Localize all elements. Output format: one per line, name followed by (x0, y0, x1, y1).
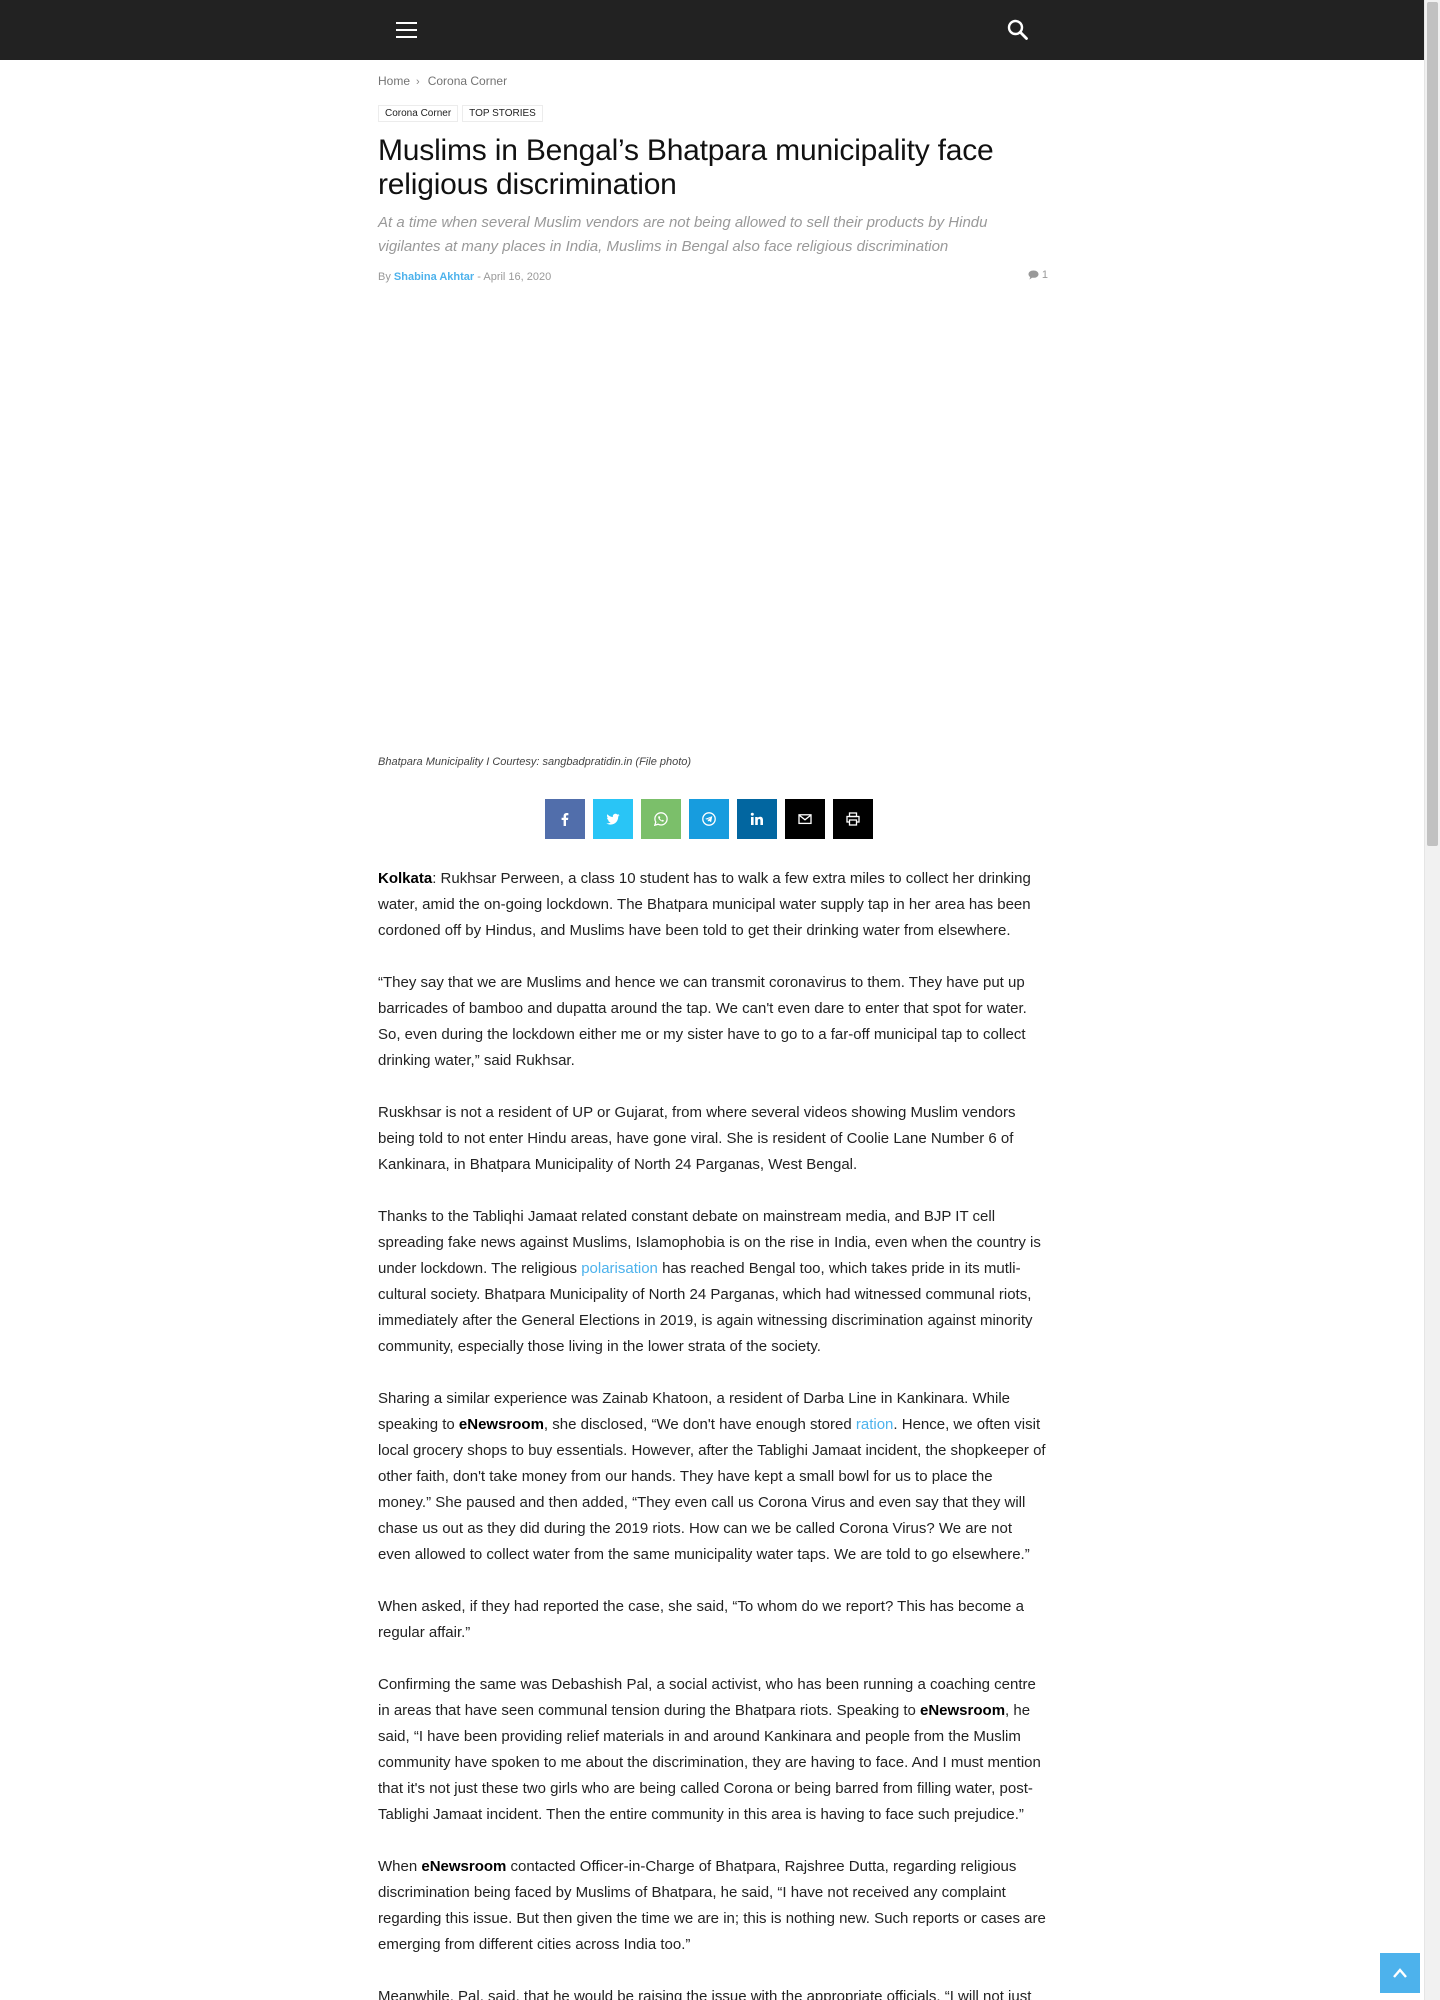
breadcrumb-home[interactable]: Home (378, 74, 410, 88)
whatsapp-icon (654, 812, 668, 826)
brand-name: eNewsroom (421, 1858, 507, 1875)
comments-count: 1 (1041, 269, 1048, 281)
share-buttons (545, 799, 881, 839)
paragraph-3: Ruskhsar is not a resident of UP or Guja… (378, 1104, 1016, 1173)
category-tag-corona-corner[interactable]: Corona Corner (378, 105, 459, 122)
whatsapp-share-button[interactable] (641, 799, 681, 839)
facebook-share-button[interactable] (545, 799, 585, 839)
comment-icon (1028, 270, 1039, 280)
dateline: Kolkata (378, 870, 433, 887)
article-subtitle: At a time when several Muslim vendors ar… (378, 214, 988, 255)
paragraph-text: . Hence, we often visit local grocery sh… (378, 1416, 1046, 1563)
ration-link[interactable]: ration (856, 1416, 894, 1433)
chevron-right-icon: › (416, 76, 420, 88)
category-tags: Corona Corner TOP STORIES (378, 103, 547, 122)
paragraph-4: Thanks to the Tabliqhi Jamaat related co… (378, 1204, 1048, 1360)
category-tag-top-stories[interactable]: TOP STORIES (462, 105, 543, 122)
paragraph-text: : Rukhsar Perween, a class 10 student ha… (378, 870, 1031, 939)
page-scrollbar[interactable] (1424, 0, 1440, 2000)
telegram-share-button[interactable] (689, 799, 729, 839)
telegram-icon (702, 812, 716, 826)
comments-link[interactable]: 1 (1028, 269, 1048, 281)
by-label: By (378, 271, 391, 283)
paragraph-text: , he said, “I have been providing relief… (378, 1702, 1041, 1823)
twitter-icon (606, 813, 620, 825)
search-icon[interactable] (1004, 16, 1032, 44)
scrollbar-thumb[interactable] (1427, 2, 1438, 846)
paragraph-9: Meanwhile, Pal, said, that he would be r… (378, 1988, 1032, 2000)
breadcrumb-corona-corner[interactable]: Corona Corner (428, 74, 507, 88)
paragraph-text: When (378, 1858, 422, 1875)
article-body: Kolkata: Rukhsar Perween, a class 10 stu… (378, 866, 1048, 2000)
scroll-to-top-button[interactable] (1380, 1953, 1420, 1993)
email-share-button[interactable] (785, 799, 825, 839)
brand-name: eNewsroom (920, 1702, 1006, 1719)
top-navigation-bar (0, 0, 1424, 60)
image-caption: Bhatpara Municipality I Courtesy: sangba… (378, 756, 692, 768)
print-share-button[interactable] (833, 799, 873, 839)
paragraph-2: “They say that we are Muslims and hence … (378, 974, 1027, 1069)
article-title: Muslims in Bengal’s Bhatpara municipalit… (378, 134, 994, 201)
facebook-icon (561, 813, 569, 826)
paragraph-1: Kolkata: Rukhsar Perween, a class 10 stu… (378, 866, 1048, 944)
polarisation-link[interactable]: polarisation (581, 1260, 658, 1277)
email-icon (798, 814, 812, 825)
brand-name: eNewsroom (458, 1416, 544, 1433)
paragraph-8: When eNewsroom contacted Officer-in-Char… (378, 1854, 1048, 1958)
publish-date: April 16, 2020 (483, 271, 552, 283)
paragraph-6: When asked, if they had reported the cas… (378, 1598, 1024, 1641)
breadcrumb: Home › Corona Corner (378, 74, 507, 88)
article-meta: By Shabina Akhtar - April 16, 2020 1 (378, 269, 1048, 283)
twitter-share-button[interactable] (593, 799, 633, 839)
author-link[interactable]: Shabina Akhtar (394, 271, 474, 283)
linkedin-share-button[interactable] (737, 799, 777, 839)
hamburger-menu-icon[interactable] (394, 17, 420, 43)
paragraph-text: , she disclosed, “We don't have enough s… (543, 1416, 856, 1433)
paragraph-7: Confirming the same was Debashish Pal, a… (378, 1672, 1048, 1828)
chevron-up-icon (1393, 1968, 1407, 1978)
print-icon (846, 812, 860, 826)
featured-image (378, 306, 1048, 794)
linkedin-icon (750, 812, 763, 825)
paragraph-5: Sharing a similar experience was Zainab … (378, 1386, 1048, 1568)
date-separator: - (477, 271, 481, 283)
